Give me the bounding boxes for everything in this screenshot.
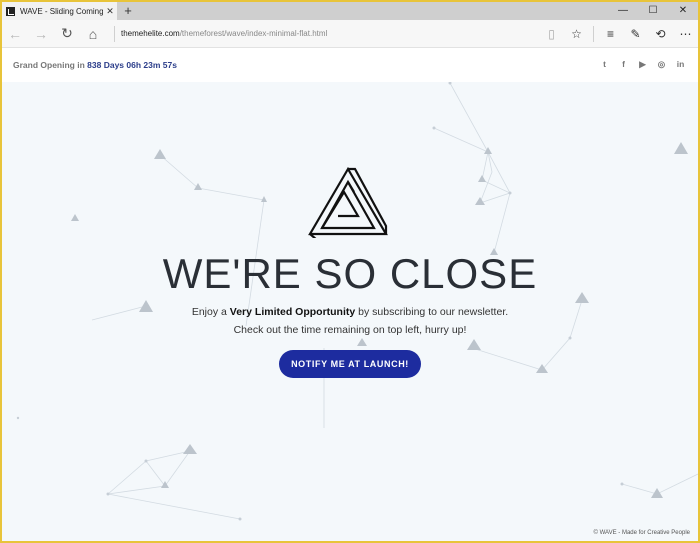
notify-me-button[interactable]: NOTIFY ME AT LAUNCH! <box>279 350 421 378</box>
url-path: /themeforest/wave/index-minimal-flat.htm… <box>179 29 328 38</box>
url-domain: themehelite.com <box>121 29 180 38</box>
top-bar: Grand Opening in 838 Days 06h 23m 57s t … <box>2 48 698 82</box>
favorite-star-icon[interactable]: ☆ <box>564 27 589 41</box>
close-window-icon[interactable]: ✕ <box>668 2 698 20</box>
address-bar[interactable]: themehelite.com/themeforest/wave/index-m… <box>121 29 539 38</box>
toolbar-divider <box>593 25 594 42</box>
window-controls: — ☐ ✕ <box>608 2 698 20</box>
page-content: Grand Opening in 838 Days 06h 23m 57s t … <box>2 48 698 541</box>
browser-tab[interactable]: WAVE - Sliding Coming ✕ <box>2 2 117 20</box>
tab-close-icon[interactable]: ✕ <box>103 6 117 17</box>
share-icon[interactable]: ⟲ <box>648 27 673 41</box>
linkedin-icon[interactable]: in <box>671 59 690 70</box>
new-tab-button[interactable]: + <box>121 2 135 20</box>
intro-prefix: Enjoy a <box>191 306 227 318</box>
footer-credit: © WAVE - Made for Creative People <box>593 530 690 536</box>
countdown-value: 838 Days 06h 23m 57s <box>87 60 177 70</box>
intro-suffix: by subscribing to our newsletter. <box>358 306 509 318</box>
address-divider <box>114 25 115 42</box>
page-headline: WE'RE SO CLOSE <box>162 250 538 297</box>
intro-highlight: Very Limited Opportunity <box>229 306 356 318</box>
maximize-icon[interactable]: ☐ <box>638 2 668 20</box>
facebook-icon[interactable]: f <box>614 59 633 70</box>
reading-view-icon[interactable]: ▯ <box>539 27 564 41</box>
hub-icon[interactable]: ≡ <box>598 27 623 41</box>
more-icon[interactable]: ⋯ <box>673 27 698 41</box>
refresh-icon[interactable]: ↻ <box>54 20 80 48</box>
social-links: t f ▶ ◎ in <box>595 59 690 70</box>
dribbble-icon[interactable]: ◎ <box>652 59 671 70</box>
minimize-icon[interactable]: — <box>608 2 638 20</box>
web-note-icon[interactable]: ✎ <box>623 27 648 41</box>
countdown-label: Grand Opening in <box>13 60 85 70</box>
twitter-icon[interactable]: t <box>595 59 614 70</box>
countdown: Grand Opening in 838 Days 06h 23m 57s <box>13 60 177 70</box>
title-bar: WAVE - Sliding Coming ✕ + — ☐ ✕ <box>2 2 698 20</box>
intro-text: Enjoy a Very Limited Opportunity by subs… <box>2 306 698 318</box>
intro-text-line2: Check out the time remaining on top left… <box>233 324 467 336</box>
wave-favicon-icon <box>6 6 15 16</box>
tab-title: WAVE - Sliding Coming <box>20 6 103 16</box>
navigation-bar: ← → ↻ ⌂ themehelite.com/themeforest/wave… <box>2 20 698 48</box>
youtube-icon[interactable]: ▶ <box>633 59 652 70</box>
back-icon[interactable]: ← <box>2 20 28 48</box>
home-icon[interactable]: ⌂ <box>80 20 106 48</box>
impossible-triangle-logo-icon <box>308 166 388 238</box>
toolbar-right: ▯ ☆ ≡ ✎ ⟲ ⋯ <box>539 25 698 42</box>
browser-window: WAVE - Sliding Coming ✕ + — ☐ ✕ ← → ↻ ⌂ … <box>2 2 698 541</box>
forward-icon[interactable]: → <box>28 20 54 48</box>
